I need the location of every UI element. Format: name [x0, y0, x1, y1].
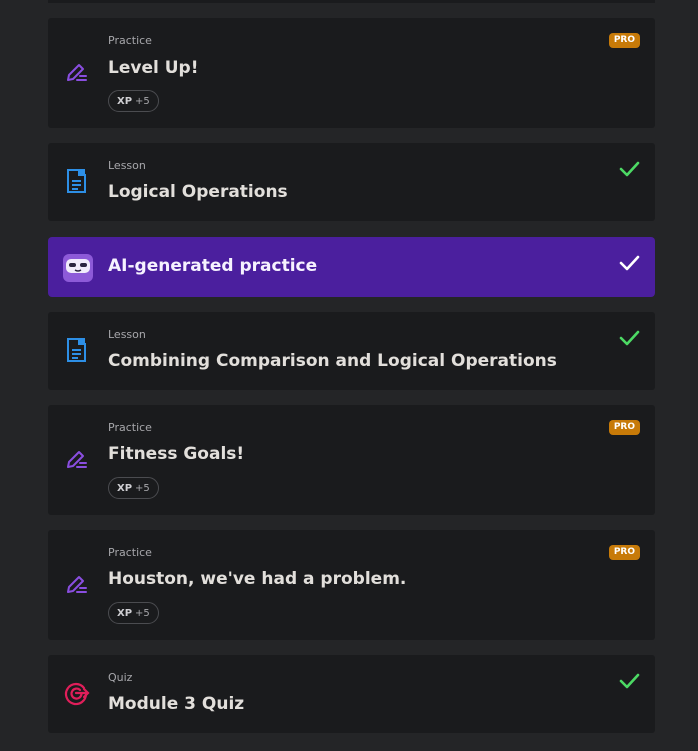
item-title[interactable]: Module 3 Quiz: [108, 693, 244, 715]
xp-label: XP: [117, 607, 133, 619]
xp-label: XP: [117, 95, 133, 107]
pro-badge: PRO: [608, 33, 640, 48]
xp-value: +5: [135, 482, 150, 494]
item-type-label: Quiz: [108, 671, 133, 684]
item-type-label: Practice: [108, 34, 152, 47]
quiz-card-module-3[interactable]: Quiz Module 3 Quiz: [48, 655, 655, 733]
pencil-lines-icon: [64, 571, 90, 597]
item-type-label: Lesson: [108, 328, 146, 341]
ai-generated-practice-card[interactable]: AI-generated practice: [48, 237, 655, 297]
document-icon: [64, 168, 90, 194]
item-title[interactable]: Combining Comparison and Logical Operati…: [108, 350, 557, 372]
xp-value: +5: [135, 95, 150, 107]
robot-face-icon: [63, 254, 93, 282]
item-type-label: Practice: [108, 421, 152, 434]
xp-label: XP: [117, 482, 133, 494]
practice-card-level-up[interactable]: Practice Level Up! XP +5 PRO: [48, 18, 655, 128]
pencil-lines-icon: [64, 446, 90, 472]
xp-badge: XP +5: [108, 90, 159, 112]
pro-badge: PRO: [608, 420, 640, 435]
item-title[interactable]: Logical Operations: [108, 181, 288, 203]
previous-card-edge: [48, 0, 655, 3]
lesson-card-combining-comparison[interactable]: Lesson Combining Comparison and Logical …: [48, 312, 655, 390]
practice-card-houston[interactable]: Practice Houston, we've had a problem. X…: [48, 530, 655, 640]
xp-badge: XP +5: [108, 602, 159, 624]
item-title[interactable]: AI-generated practice: [108, 255, 317, 277]
lesson-card-logical-operations[interactable]: Lesson Logical Operations: [48, 143, 655, 221]
item-type-label: Lesson: [108, 159, 146, 172]
xp-badge: XP +5: [108, 477, 159, 499]
target-icon: [64, 680, 90, 706]
item-title[interactable]: Fitness Goals!: [108, 443, 244, 465]
item-type-label: Practice: [108, 546, 152, 559]
xp-value: +5: [135, 607, 150, 619]
item-title[interactable]: Houston, we've had a problem.: [108, 568, 406, 590]
check-icon: [618, 254, 640, 272]
check-icon: [618, 160, 640, 178]
pencil-lines-icon: [64, 59, 90, 85]
pro-badge: PRO: [608, 545, 640, 560]
practice-card-fitness-goals[interactable]: Practice Fitness Goals! XP +5 PRO: [48, 405, 655, 515]
check-icon: [618, 672, 640, 690]
document-icon: [64, 337, 90, 363]
item-title[interactable]: Level Up!: [108, 57, 198, 79]
check-icon: [618, 329, 640, 347]
